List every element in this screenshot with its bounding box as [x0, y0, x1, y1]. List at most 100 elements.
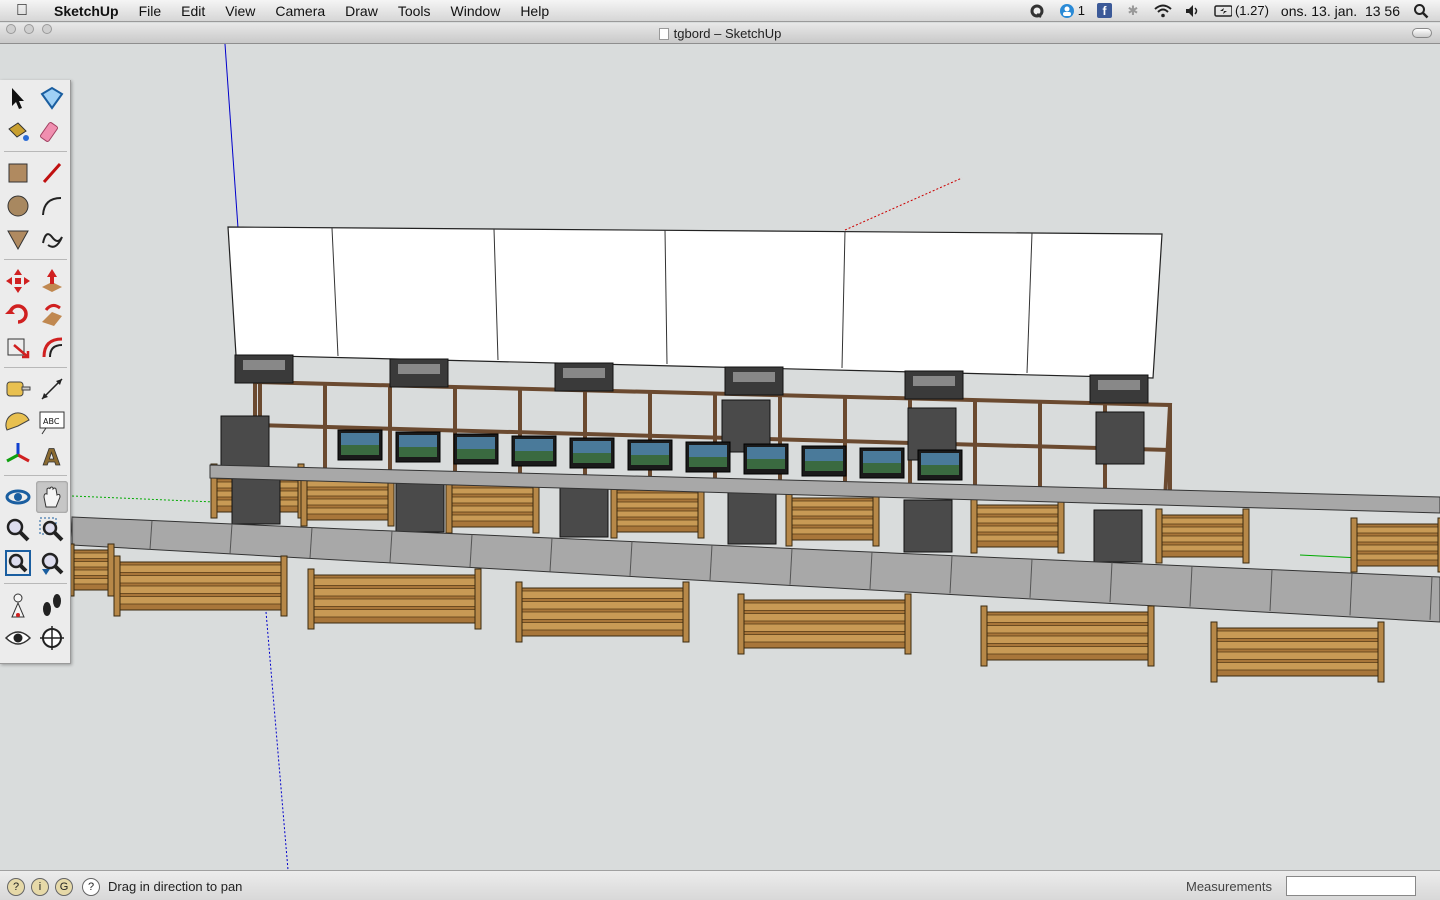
toolbar-toggle-button[interactable] [1412, 28, 1432, 38]
position-camera-tool-icon[interactable] [2, 589, 34, 621]
circle-tool-icon[interactable] [2, 190, 34, 222]
line-tool-icon[interactable] [36, 157, 68, 189]
model-scene [0, 44, 1440, 870]
orbit-tool-icon[interactable] [2, 481, 34, 513]
menubar-clock[interactable]: ons. 13. jan. 13 56 [1281, 3, 1400, 19]
pallet-board [306, 489, 389, 497]
text-tool-label: ABC [43, 417, 60, 426]
facebook-icon[interactable]: f [1096, 3, 1112, 18]
dimension-tool-icon[interactable] [36, 373, 68, 405]
printer-tray [398, 364, 440, 374]
palette-zoom-button[interactable] [42, 24, 52, 34]
rotate-tool-icon[interactable] [2, 298, 34, 330]
menu-tools[interactable]: Tools [388, 0, 441, 22]
follow-me-tool-icon[interactable] [36, 298, 68, 330]
freehand-tool-icon[interactable] [36, 223, 68, 255]
pc-tower [1095, 411, 1145, 465]
palette-minimize-button[interactable] [24, 24, 34, 34]
bluetooth-icon[interactable]: ✱ [1124, 2, 1142, 20]
scale-tool-icon[interactable] [2, 331, 34, 363]
skype-icon [1058, 2, 1076, 20]
push-pull-tool-icon[interactable] [36, 265, 68, 297]
zoom-extents-tool-icon[interactable] [2, 547, 34, 579]
pallet-leg [1350, 517, 1358, 573]
svg-text:A: A [43, 446, 60, 471]
menu-file[interactable]: File [129, 0, 172, 22]
quicksilver-icon[interactable] [1028, 2, 1046, 20]
section-plane-tool-icon[interactable] [36, 622, 68, 654]
pallet-board [313, 598, 476, 607]
previous-view-tool-icon[interactable] [36, 547, 68, 579]
pallet-board [986, 646, 1149, 655]
monitor-screen-land [863, 463, 901, 473]
pallet-leg [445, 478, 453, 534]
move-tool-icon[interactable] [2, 265, 34, 297]
pallet [67, 543, 115, 597]
pallet-board [119, 585, 282, 594]
pallet-board [119, 575, 282, 584]
pallet-board [986, 635, 1149, 644]
look-around-tool-icon[interactable] [2, 622, 34, 654]
blue-axis-hidden [264, 599, 289, 870]
pallet-board [1216, 641, 1379, 650]
text-tool-icon[interactable]: ABC [36, 406, 68, 438]
monitor-screen-land [341, 445, 379, 455]
model-viewport[interactable]: ABC A [0, 44, 1440, 870]
printer-tray [1098, 380, 1140, 390]
zoom-tool-icon[interactable] [2, 514, 34, 546]
palette-close-button[interactable] [6, 24, 16, 34]
back-wall [227, 226, 1163, 379]
select-tool-icon[interactable] [2, 82, 34, 114]
make-component-tool-icon[interactable] [36, 82, 68, 114]
measurements-field[interactable] [1286, 876, 1416, 896]
pallet-board [616, 492, 699, 500]
pallet-board [313, 588, 476, 597]
protractor-tool-icon[interactable] [2, 406, 34, 438]
pallet-leg [280, 555, 288, 617]
pc-tower [395, 479, 445, 533]
menu-camera[interactable]: Camera [265, 0, 335, 22]
volume-icon[interactable] [1184, 2, 1202, 20]
pc-tower [727, 491, 777, 545]
menu-app-sketchup[interactable]: SketchUp [44, 0, 129, 22]
pallet-board [313, 577, 476, 586]
menu-draw[interactable]: Draw [335, 0, 388, 22]
wifi-icon[interactable] [1154, 2, 1172, 20]
pan-tool-icon[interactable] [36, 481, 68, 513]
geolocation-status-icon[interactable]: ? [7, 878, 25, 896]
axes-tool-icon[interactable] [2, 439, 34, 471]
document-proxy-icon[interactable] [658, 28, 669, 40]
zoom-window-tool-icon[interactable] [36, 514, 68, 546]
pallet-board [976, 534, 1059, 542]
menu-view[interactable]: View [215, 0, 265, 22]
pallet-board [451, 505, 534, 513]
red-axis-hidden [844, 177, 963, 231]
green-axis-hidden [71, 495, 216, 503]
apple-logo-icon[interactable]:  [0, 2, 44, 20]
eraser-tool-icon[interactable] [36, 115, 68, 147]
skype-status-item[interactable]: 1 [1058, 2, 1085, 20]
user-status-icon[interactable]: G [55, 878, 73, 896]
help-icon[interactable]: ? [82, 878, 100, 896]
pallet-board [986, 614, 1149, 623]
skype-badge-count: 1 [1077, 3, 1085, 18]
walk-tool-icon[interactable] [36, 589, 68, 621]
battery-status[interactable]: (1.27) [1214, 2, 1269, 20]
polygon-tool-icon[interactable] [2, 223, 34, 255]
arc-tool-icon[interactable] [36, 190, 68, 222]
pallet-board [1356, 535, 1439, 543]
menu-help[interactable]: Help [510, 0, 559, 22]
tape-measure-tool-icon[interactable] [2, 373, 34, 405]
3d-text-tool-icon[interactable]: A [36, 439, 68, 471]
credits-status-icon[interactable]: i [31, 878, 49, 896]
menu-edit[interactable]: Edit [171, 0, 215, 22]
pallet [113, 555, 288, 617]
pallet-leg [682, 581, 690, 643]
paint-bucket-tool-icon[interactable] [2, 115, 34, 147]
window-title-bar[interactable]: tgbord – SketchUp [0, 23, 1440, 44]
offset-tool-icon[interactable] [36, 331, 68, 363]
spotlight-search-icon[interactable] [1412, 2, 1430, 20]
pallet-board [743, 602, 906, 611]
menu-window[interactable]: Window [441, 0, 511, 22]
rectangle-tool-icon[interactable] [2, 157, 34, 189]
